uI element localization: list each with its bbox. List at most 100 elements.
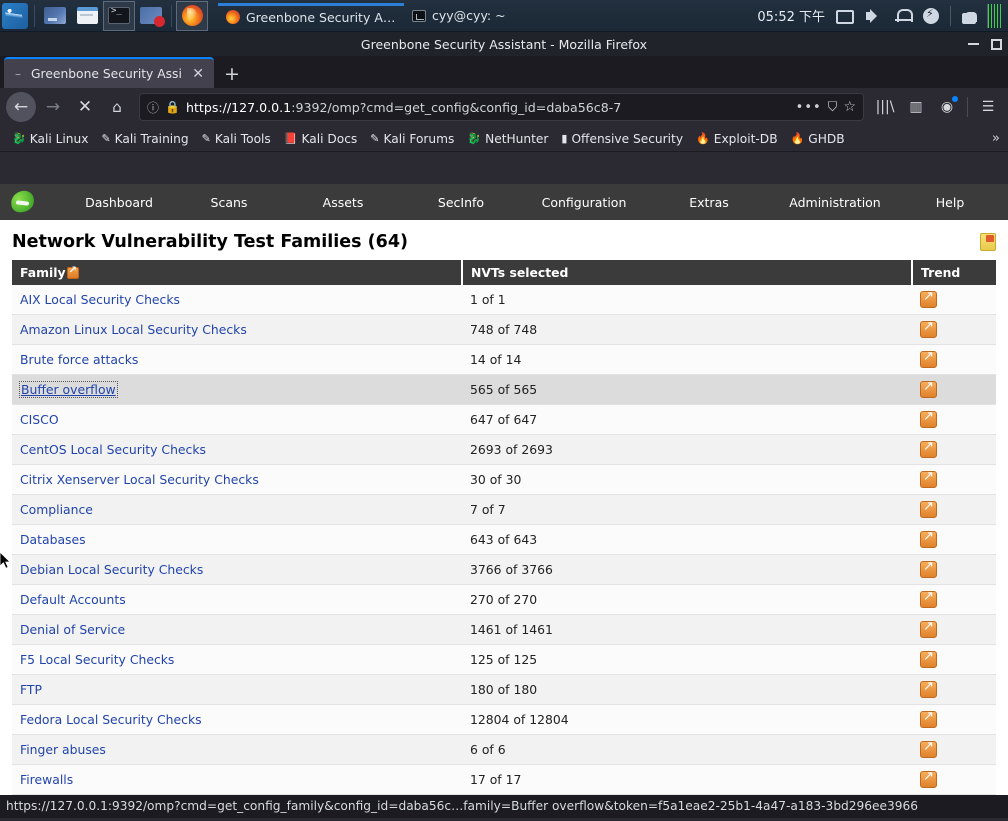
- new-tab-button[interactable]: +: [214, 65, 250, 88]
- cell-nvts-selected: 180 of 180: [462, 674, 912, 705]
- column-header-family-label: Family: [20, 265, 66, 280]
- bookmark-kali-training[interactable]: ✎ Kali Training: [95, 130, 194, 148]
- family-link[interactable]: Finger abuses: [20, 742, 106, 757]
- column-header-trend[interactable]: Trend: [912, 260, 996, 285]
- lock-icon[interactable]: [962, 12, 977, 24]
- bookmarks-overflow-icon[interactable]: »: [992, 131, 1002, 146]
- family-link[interactable]: Citrix Xenserver Local Security Checks: [20, 472, 259, 487]
- trend-up-icon: [920, 469, 937, 488]
- cell-nvts-selected: 643 of 643: [462, 524, 912, 555]
- home-button[interactable]: ⌂: [102, 92, 132, 122]
- family-link[interactable]: Debian Local Security Checks: [20, 562, 203, 577]
- table-row: F5 Local Security Checks 125 of 125: [12, 644, 996, 675]
- family-link[interactable]: Buffer overflow: [19, 381, 118, 398]
- page-info-icon[interactable]: ⓘ: [147, 99, 159, 116]
- nav-item-extras[interactable]: Extras: [648, 195, 770, 210]
- nav-item-administration[interactable]: Administration: [770, 195, 900, 210]
- bookmark-kali-linux[interactable]: 🐉 Kali Linux: [6, 130, 94, 148]
- taskbar-window-terminal[interactable]: cyy@cyy: ~: [412, 8, 506, 23]
- stop-button[interactable]: ✕: [70, 92, 100, 122]
- table-row: Databases 643 of 643: [12, 524, 996, 555]
- insecure-lock-icon[interactable]: 🔒: [165, 100, 180, 114]
- account-button[interactable]: ◉: [933, 93, 961, 121]
- family-link[interactable]: Denial of Service: [20, 622, 125, 637]
- taskbar-terminal-icon[interactable]: [103, 0, 135, 31]
- tab-title: Greenbone Security Assi: [31, 66, 182, 81]
- help-document-icon[interactable]: [980, 233, 996, 251]
- taskbar-burpsuite-icon[interactable]: [135, 1, 167, 31]
- back-button[interactable]: ←: [6, 92, 36, 122]
- family-link[interactable]: Brute force attacks: [20, 352, 138, 367]
- bookmark-kali-forums[interactable]: ✎ Kali Forums: [364, 130, 460, 148]
- bookmark-ghdb[interactable]: 🔥 GHDB: [785, 130, 851, 148]
- url-bar[interactable]: ⓘ 🔒 https://127.0.0.1:9392/omp?cmd=get_c…: [139, 93, 864, 121]
- bookmark-exploit-db[interactable]: 🔥 Exploit-DB: [690, 130, 784, 148]
- kali-menu-button[interactable]: [0, 1, 30, 31]
- pocket-icon[interactable]: ⛉: [828, 100, 838, 115]
- window-titlebar: Greenbone Security Assistant - Mozilla F…: [0, 32, 1008, 56]
- bookmark-nethunter[interactable]: 🐉 NetHunter: [461, 130, 554, 148]
- power-icon[interactable]: [923, 7, 939, 24]
- sidebar-button[interactable]: ▥: [902, 93, 930, 121]
- family-link[interactable]: Compliance: [20, 502, 93, 517]
- window-maximize-button[interactable]: [991, 38, 1002, 50]
- cell-trend: [912, 344, 996, 375]
- cell-trend: [912, 554, 996, 585]
- pencil-bookmark-icon: ✎: [370, 132, 380, 145]
- cell-family: Brute force attacks: [12, 344, 462, 375]
- taskbar-thunar-icon[interactable]: [39, 1, 71, 31]
- cell-family: Firewalls: [12, 764, 462, 795]
- nav-item-assets[interactable]: Assets: [284, 195, 402, 210]
- window-minimize-button[interactable]: [968, 43, 979, 45]
- cell-nvts-selected: 2693 of 2693: [462, 434, 912, 465]
- family-link[interactable]: CentOS Local Security Checks: [20, 442, 206, 457]
- family-link[interactable]: Databases: [20, 532, 86, 547]
- library-button[interactable]: |||\: [871, 93, 899, 121]
- page-actions-icon[interactable]: •••: [796, 100, 822, 115]
- family-link[interactable]: CISCO: [20, 412, 59, 427]
- cell-nvts-selected: 1461 of 1461: [462, 614, 912, 645]
- home-icon: ⌂: [112, 97, 122, 116]
- bookmark-kali-tools[interactable]: ✎ Kali Tools: [196, 130, 277, 148]
- family-link[interactable]: Amazon Linux Local Security Checks: [20, 322, 247, 337]
- column-header-nvts-selected[interactable]: NVTs selected: [462, 260, 913, 285]
- bookmark-kali-docs[interactable]: 📕 Kali Docs: [278, 130, 364, 148]
- cell-trend: [912, 404, 996, 435]
- table-row: Buffer overflow 565 of 565: [12, 374, 996, 405]
- column-header-family[interactable]: Family: [12, 260, 463, 285]
- volume-icon[interactable]: [865, 7, 883, 25]
- nav-item-dashboard[interactable]: Dashboard: [64, 195, 174, 210]
- door-bookmark-icon: ▮: [561, 132, 568, 145]
- tab-favicon-icon: [12, 68, 24, 80]
- bookmark-star-icon[interactable]: ☆: [843, 99, 856, 115]
- app-menu-button[interactable]: ☰: [974, 93, 1002, 121]
- taskbar-window-firefox[interactable]: Greenbone Security Assi...: [218, 2, 404, 29]
- family-link[interactable]: Firewalls: [20, 772, 73, 787]
- family-link[interactable]: Default Accounts: [20, 592, 126, 607]
- nav-item-configuration[interactable]: Configuration: [520, 195, 648, 210]
- forward-button[interactable]: →: [38, 92, 68, 122]
- page-content: Dashboard Scans Assets SecInfo Configura…: [0, 184, 1008, 795]
- family-link[interactable]: F5 Local Security Checks: [20, 652, 174, 667]
- system-tray: 05:52 下午: [757, 3, 1008, 28]
- tab-close-icon[interactable]: ✕: [190, 67, 206, 81]
- nav-item-help[interactable]: Help: [900, 195, 1000, 210]
- display-icon[interactable]: [836, 9, 854, 24]
- nav-item-scans[interactable]: Scans: [174, 195, 284, 210]
- family-link[interactable]: FTP: [20, 682, 42, 697]
- taskbar-files-icon[interactable]: [71, 1, 103, 31]
- family-link[interactable]: AIX Local Security Checks: [20, 292, 180, 307]
- tab-greenbone[interactable]: Greenbone Security Assi ✕: [4, 57, 214, 88]
- trend-up-icon: [920, 679, 937, 698]
- account-avatar-icon: ◉: [940, 99, 954, 115]
- taskbar-firefox-icon[interactable]: [176, 0, 208, 31]
- nav-item-secinfo[interactable]: SecInfo: [402, 195, 520, 210]
- table-row: Amazon Linux Local Security Checks 748 of…: [12, 314, 996, 345]
- sort-ascending-icon[interactable]: [66, 265, 79, 279]
- cell-family: Buffer overflow: [12, 374, 462, 405]
- notification-bell-icon[interactable]: [894, 7, 913, 25]
- system-taskbar: Greenbone Security Assi... cyy@cyy: ~ 05…: [0, 0, 1008, 32]
- family-link[interactable]: Fedora Local Security Checks: [20, 712, 202, 727]
- trend-up-icon: [920, 319, 937, 338]
- bookmark-offensive-security[interactable]: ▮ Offensive Security: [555, 130, 689, 148]
